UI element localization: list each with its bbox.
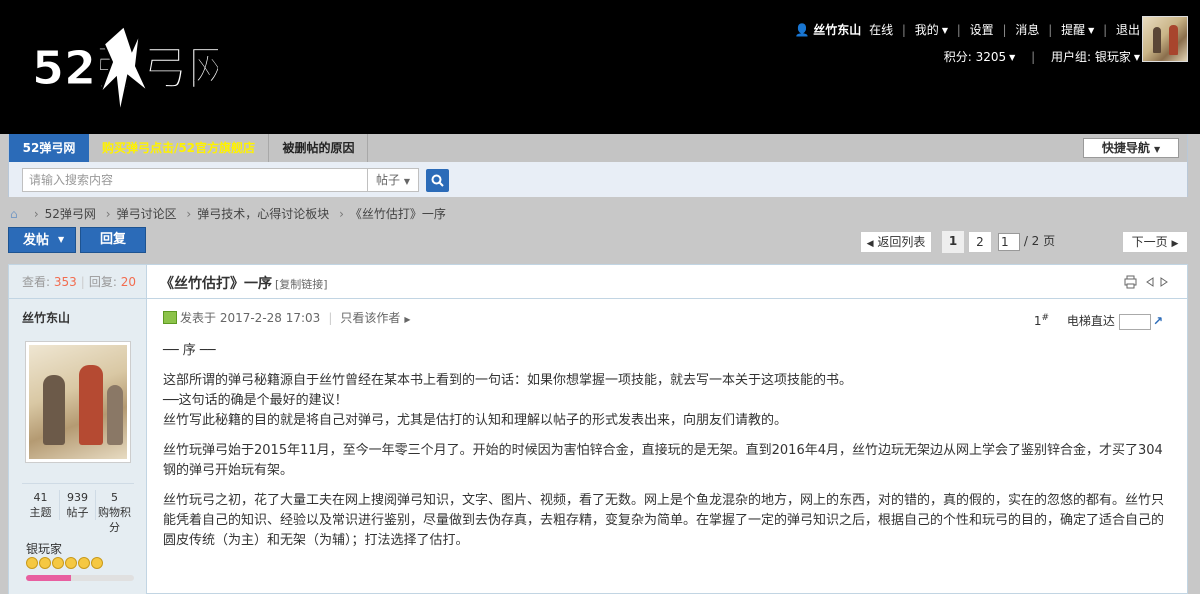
page-jump-input[interactable]: 1: [998, 232, 1020, 251]
nav-item-deleted-reasons[interactable]: 被删帖的原因: [270, 134, 368, 162]
post-paragraph: 丝竹玩弓之初，花了大量工夫在网上搜阅弹弓知识，文字、图片、视频，看了无数。网上是…: [163, 493, 1165, 548]
reply-button[interactable]: 回复: [80, 227, 146, 253]
stat-topics[interactable]: 41 主题: [22, 490, 59, 520]
post-paragraph: 丝竹玩弹弓始于2015年11月，至今一年零三个月了。开始的时候因为害怕锌合金，直…: [163, 443, 1163, 478]
post-paragraph: [163, 361, 1173, 371]
chevron-down-icon: ▼: [403, 177, 410, 186]
author-group[interactable]: 银玩家: [26, 540, 62, 557]
smile-icon: [39, 557, 51, 569]
next-page-button[interactable]: 下一页 ▶: [1122, 231, 1188, 253]
breadcrumb-item[interactable]: 52弹弓网: [45, 207, 96, 221]
post-paragraph: ── 序 ──: [163, 343, 216, 358]
floor-jump-go-icon[interactable]: ↗: [1153, 314, 1163, 328]
level-icons: [26, 557, 104, 571]
new-post-button[interactable]: 发帖 ▼: [8, 227, 76, 253]
home-icon[interactable]: ⌂: [10, 206, 24, 222]
breadcrumb: ⌂ › 52弹弓网 › 弹弓讨论区 › 弹弓技术，心得讨论板块 › 《丝竹估打》一序: [10, 206, 446, 222]
back-to-list-button[interactable]: ◀ 返回列表: [860, 231, 932, 253]
user-avatar[interactable]: [1142, 16, 1188, 62]
smile-icon: [78, 557, 90, 569]
post-paragraph: [163, 431, 1173, 441]
author-avatar[interactable]: [25, 341, 131, 463]
page-total: / 2 页: [1023, 234, 1056, 248]
chevron-right-icon: ▶: [1171, 239, 1179, 249]
thread-tools: [1124, 275, 1168, 289]
pagination: ◀ 返回列表 1 2 1 / 2 页 下一页 ▶: [860, 231, 1188, 253]
username-link[interactable]: 丝竹东山: [813, 22, 861, 38]
search-type-select[interactable]: 帖子 ▼: [367, 168, 419, 192]
reply-count: 20: [120, 275, 136, 289]
search-input[interactable]: 请输入搜索内容: [22, 168, 368, 192]
search-button[interactable]: [426, 169, 449, 192]
main-nav: 52弹弓网 购买弹弓点击/52官方旗舰店 被删帖的原因 快捷导航 ▼: [9, 134, 1187, 162]
user-icon: 👤: [794, 23, 810, 37]
breadcrumb-item[interactable]: 弹弓讨论区: [117, 207, 177, 221]
menu-messages[interactable]: 消息: [1015, 22, 1039, 38]
post-content: ── 序 ── 这部所谓的弹弓秘籍源自于丝竹曾经在某本书上看到的一句话：如果你想掌…: [163, 341, 1173, 551]
stat-posts[interactable]: 939 帖子: [59, 490, 96, 520]
credits-link[interactable]: 积分: 3205 ▼: [944, 49, 1016, 66]
only-author-link[interactable]: 只看该作者 ▶: [340, 311, 410, 325]
user-bar: 👤 丝竹东山 在线 | 我的 ▼ | 设置 | 消息 | 提醒 ▼ | 退出 积分:…: [794, 22, 1140, 66]
level-progress-bar: [26, 575, 134, 581]
site-header: 52弹弓网 👤 丝竹东山 在线 | 我的▼ | 设置 | 消息 | 提醒▼ | …: [0, 0, 1200, 134]
post-meta: 发表于 2017-2-28 17:03 | 只看该作者 ▶: [163, 309, 1163, 327]
menu-mine[interactable]: 我的 ▼: [915, 22, 948, 39]
elevator-label: 电梯直达: [1066, 314, 1115, 328]
chevron-down-icon: ▼: [1009, 53, 1016, 62]
nav-item-home[interactable]: 52弹弓网: [9, 134, 89, 162]
menu-settings[interactable]: 设置: [970, 22, 994, 38]
post-paragraph: 丝竹写此秘籍的目的就是将自己对弹弓，尤其是估打的认知和理解以帖子的形式发表出来，…: [163, 413, 788, 428]
post-main: 《丝竹估打》一序 [复制链接] 发表于 2017-2-28 17:03 | 只看该作…: [147, 265, 1187, 594]
menu-logout[interactable]: 退出: [1116, 22, 1140, 38]
post-paragraph: ──这句话的确是个最好的建议！: [163, 393, 348, 408]
quick-nav-button[interactable]: 快捷导航 ▼: [1083, 138, 1179, 158]
chevron-down-icon: ▼: [1088, 26, 1095, 35]
author-name[interactable]: 丝竹东山: [22, 309, 70, 326]
chevron-down-icon: ▼: [1154, 145, 1161, 154]
search-icon: [431, 174, 444, 187]
nav-area: 52弹弓网 购买弹弓点击/52官方旗舰店 被删帖的原因 快捷导航 ▼ 请输入搜索…: [8, 134, 1188, 197]
chevron-down-icon: ▼: [941, 26, 948, 35]
copy-link[interactable]: [复制链接]: [275, 276, 328, 292]
chevron-down-icon: ▼: [1133, 53, 1140, 62]
floor-nav: 1# 电梯直达 ↗: [1034, 309, 1163, 330]
online-status: 在线: [869, 23, 894, 37]
nav-item-shop[interactable]: 购买弹弓点击/52官方旗舰店: [89, 134, 269, 162]
view-count: 353: [53, 275, 77, 289]
site-logo[interactable]: 52弹弓网: [28, 22, 218, 118]
smile-icon: [65, 557, 77, 569]
chevron-down-icon: ▼: [58, 235, 65, 244]
breadcrumb-item[interactable]: 《丝竹估打》一序: [350, 207, 446, 221]
smile-icon: [91, 557, 103, 569]
page-current: 1: [942, 231, 964, 253]
stat-shop-credits[interactable]: 5 购物积分: [96, 490, 133, 535]
author-sidebar: 查看: 353 | 回复: 20 丝竹东山 41 主题 939 帖子 5 购物积分 银玩家: [9, 265, 147, 594]
prev-thread-icon[interactable]: [1146, 277, 1154, 287]
smile-icon: [26, 557, 38, 569]
author-stats: 41 主题 939 帖子 5 购物积分: [22, 483, 134, 534]
chevron-left-icon: ◀: [866, 239, 874, 249]
menu-reminders[interactable]: 提醒 ▼: [1061, 22, 1094, 39]
breadcrumb-item[interactable]: 弹弓技术，心得讨论板块: [197, 207, 329, 221]
thread-container: 查看: 353 | 回复: 20 丝竹东山 41 主题 939 帖子 5 购物积分 银玩家…: [8, 264, 1188, 594]
thread-title-bar: 《丝竹估打》一序 [复制链接]: [147, 265, 1187, 299]
print-icon[interactable]: [1124, 275, 1137, 289]
next-thread-icon[interactable]: [1160, 277, 1168, 287]
thread-title: 《丝竹估打》一序: [160, 276, 272, 292]
page-2-link[interactable]: 2: [968, 231, 992, 253]
user-group-link[interactable]: 用户组: 银玩家 ▼: [1051, 49, 1140, 66]
post-time: 发表于 2017-2-28 17:03: [180, 311, 321, 325]
chevron-right-icon: ▶: [404, 315, 411, 324]
online-icon: [163, 311, 177, 324]
smile-icon: [52, 557, 64, 569]
thread-stats: 查看: 353 | 回复: 20: [9, 265, 146, 299]
post-paragraph: [163, 481, 1173, 491]
page-jump: 1 / 2 页: [998, 231, 1068, 253]
floor-jump-input[interactable]: [1118, 313, 1151, 330]
post-paragraph: 这部所谓的弹弓秘籍源自于丝竹曾经在某本书上看到的一句话：如果你想掌握一项技能，就…: [163, 373, 853, 388]
floor-number[interactable]: 1#: [1034, 313, 1049, 328]
